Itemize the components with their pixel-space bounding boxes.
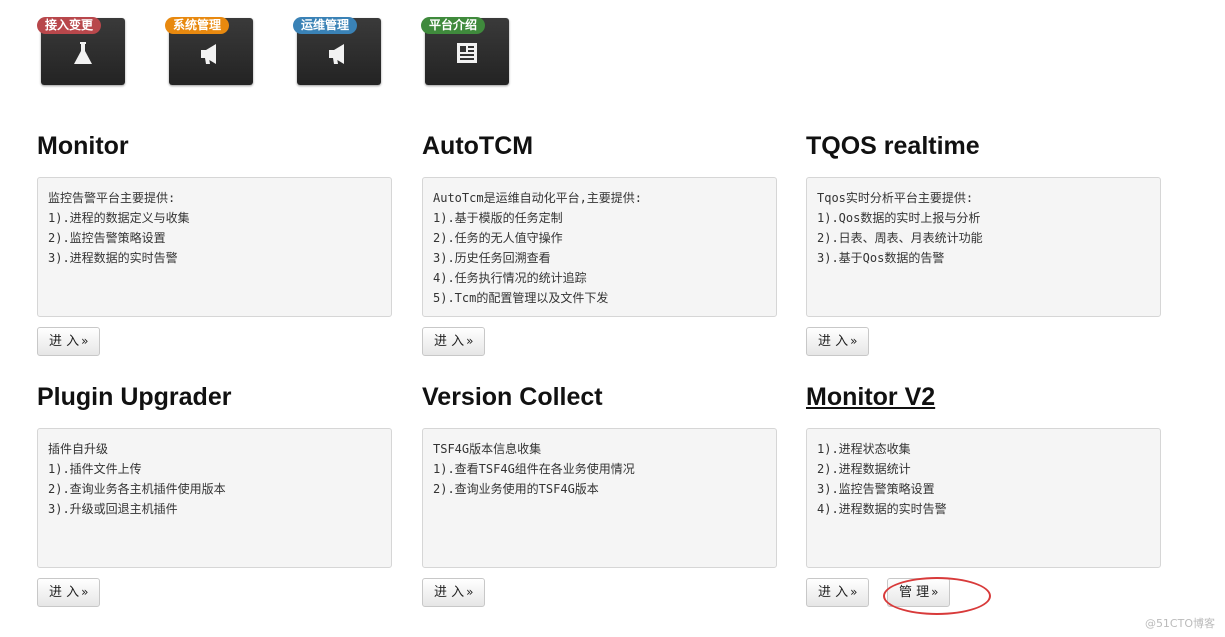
tile-platform-intro[interactable]: 平台介绍 — [421, 17, 509, 85]
button-label: 进 入 — [434, 334, 465, 349]
desc-line: 2).日表、周表、月表统计功能 — [817, 231, 983, 245]
desc-line: 1).进程的数据定义与收集 — [48, 211, 190, 225]
desc-line: 2).监控告警策略设置 — [48, 231, 166, 245]
desc-line: 1).Qos数据的实时上报与分析 — [817, 211, 981, 225]
tile-access-change[interactable]: 接入变更 — [37, 17, 125, 85]
desc-line: TSF4G版本信息收集 — [433, 442, 542, 456]
card-description: Tqos实时分析平台主要提供: 1).Qos数据的实时上报与分析 2).日表、周… — [806, 177, 1161, 317]
double-chevron-icon: » — [850, 585, 858, 599]
desc-line: 2).任务的无人值守操作 — [433, 231, 563, 245]
desc-line: 2).进程数据统计 — [817, 462, 911, 476]
desc-line: 1).查看TSF4G组件在各业务使用情况 — [433, 462, 635, 476]
double-chevron-icon: » — [81, 585, 89, 599]
card-description: AutoTcm是运维自动化平台,主要提供: 1).基于模版的任务定制 2).任务… — [422, 177, 777, 317]
double-chevron-icon: » — [850, 334, 858, 348]
tile-system-management[interactable]: 系统管理 — [165, 17, 253, 85]
desc-line: 2).查询业务使用的TSF4G版本 — [433, 482, 599, 496]
desc-line: 插件自升级 — [48, 442, 109, 456]
button-label: 进 入 — [818, 585, 849, 600]
enter-button-tqos[interactable]: 进 入» — [806, 327, 870, 356]
desc-line: 5).Tcm的配置管理以及文件下发 — [433, 291, 609, 305]
double-chevron-icon: » — [466, 334, 474, 348]
tile-badge: 系统管理 — [165, 17, 230, 34]
tile-ops-management[interactable]: 运维管理 — [293, 17, 381, 85]
enter-button-monitor-v2[interactable]: 进 入» — [806, 578, 870, 607]
card-description: 插件自升级 1).插件文件上传 2).查询业务各主机插件使用版本 3).升级或回… — [37, 428, 392, 568]
desc-line: 监控告警平台主要提供: — [48, 191, 176, 205]
tile-badge: 接入变更 — [37, 17, 102, 34]
tile-badge: 运维管理 — [293, 17, 358, 34]
megaphone-icon — [169, 40, 253, 74]
card-title-version-collect: Version Collect — [422, 383, 603, 411]
desc-line: 1).基于模版的任务定制 — [433, 211, 563, 225]
desc-line: 3).监控告警策略设置 — [817, 482, 935, 496]
desc-line: 2).查询业务各主机插件使用版本 — [48, 482, 226, 496]
enter-button-plugin-upgrader[interactable]: 进 入» — [37, 578, 101, 607]
card-title-autotcm: AutoTCM — [422, 132, 534, 160]
tile-badge: 平台介绍 — [421, 17, 486, 34]
card-title-tqos-realtime: TQOS realtime — [806, 132, 980, 160]
card-description: 监控告警平台主要提供: 1).进程的数据定义与收集 2).监控告警策略设置 3)… — [37, 177, 392, 317]
card-description: 1).进程状态收集 2).进程数据统计 3).监控告警策略设置 4).进程数据的… — [806, 428, 1161, 568]
megaphone-icon — [297, 40, 381, 74]
watermark: @51CTO博客 — [1144, 617, 1215, 630]
button-label: 进 入 — [49, 334, 80, 349]
enter-button-monitor[interactable]: 进 入» — [37, 327, 101, 356]
enter-button-autotcm[interactable]: 进 入» — [422, 327, 486, 356]
desc-line: AutoTcm是运维自动化平台,主要提供: — [433, 191, 643, 205]
double-chevron-icon: » — [81, 334, 89, 348]
button-label: 进 入 — [818, 334, 849, 349]
card-title-plugin-upgrader: Plugin Upgrader — [37, 383, 232, 411]
desc-line: 1).进程状态收集 — [817, 442, 911, 456]
desc-line: 4).任务执行情况的统计追踪 — [433, 271, 587, 285]
double-chevron-icon: » — [466, 585, 474, 599]
desc-line: 4).进程数据的实时告警 — [817, 502, 947, 516]
desc-line: Tqos实时分析平台主要提供: — [817, 191, 974, 205]
desc-line: 3).升级或回退主机插件 — [48, 502, 178, 516]
enter-button-version-collect[interactable]: 进 入» — [422, 578, 486, 607]
desc-line: 3).历史任务回溯查看 — [433, 251, 551, 265]
card-title-monitor-v2-link[interactable]: Monitor V2 — [806, 383, 935, 412]
desc-line: 3).基于Qos数据的告警 — [817, 251, 945, 265]
card-title-monitor: Monitor — [37, 132, 129, 160]
flask-icon — [41, 40, 125, 74]
card-description: TSF4G版本信息收集 1).查看TSF4G组件在各业务使用情况 2).查询业务… — [422, 428, 777, 568]
desc-line: 3).进程数据的实时告警 — [48, 251, 178, 265]
button-label: 进 入 — [434, 585, 465, 600]
desc-line: 1).插件文件上传 — [48, 462, 142, 476]
button-label: 进 入 — [49, 585, 80, 600]
newspaper-icon — [425, 40, 509, 72]
highlight-circle-annotation — [883, 577, 991, 615]
